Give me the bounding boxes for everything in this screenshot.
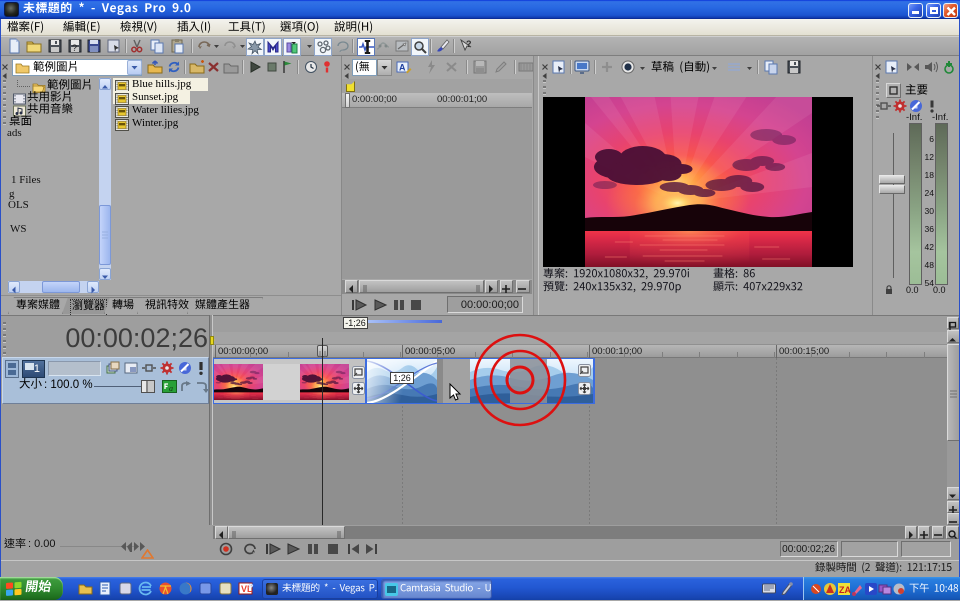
svg-text:A: A <box>399 63 406 73</box>
svg-text:?: ? <box>466 39 472 49</box>
svg-text:ZA: ZA <box>839 585 851 595</box>
svg-text:a: a <box>169 384 173 393</box>
svg-text:?: ? <box>72 43 77 53</box>
